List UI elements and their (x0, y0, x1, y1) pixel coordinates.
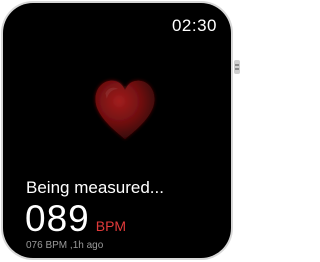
heart-rate-value: 089 (25, 198, 90, 239)
heart-icon (95, 80, 155, 140)
heart-rate-reading: 089 BPM (25, 198, 126, 240)
clock: 02:30 (171, 16, 217, 35)
heart-rate-unit: BPM (95, 218, 127, 234)
watch-screen: 02:30 Being measured... 089 BPM 076 BPM … (3, 3, 231, 258)
measurement-status: Being measured... (26, 178, 164, 197)
crown-button[interactable] (234, 60, 240, 74)
last-measurement: 076 BPM ,1h ago (26, 240, 104, 251)
